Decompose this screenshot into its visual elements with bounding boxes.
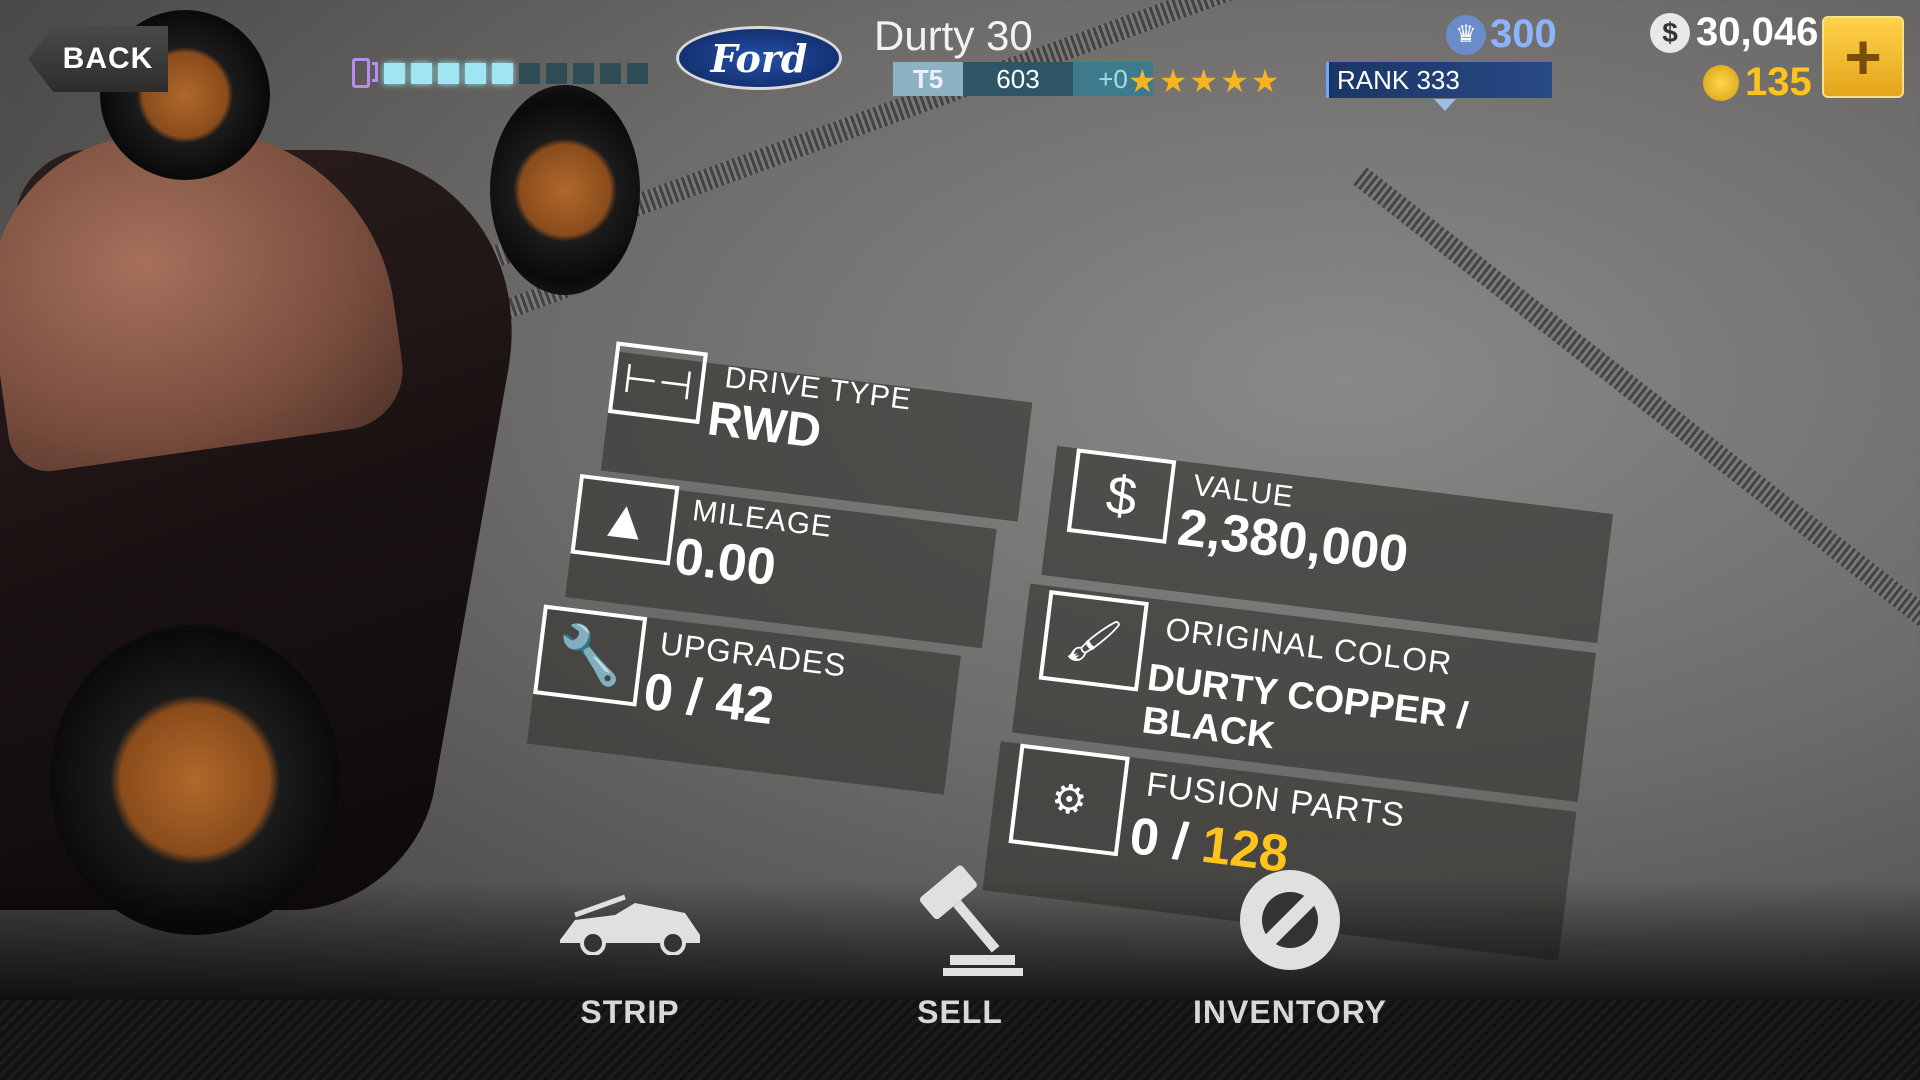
gold-value: 135 [1745, 60, 1812, 104]
back-label: BACK [62, 42, 154, 75]
fuel-gauge [350, 56, 648, 90]
crown-icon: ♛ [1446, 14, 1486, 55]
tier-badge: T5 [893, 62, 963, 96]
star-rating: ★★★★★ [1128, 63, 1282, 99]
fuel-pump-icon [350, 56, 378, 90]
fuel-segment [411, 62, 432, 84]
gavel-icon [895, 860, 1025, 980]
fuel-segment [519, 62, 540, 84]
fuel-segment [573, 62, 594, 84]
fuel-segment [546, 62, 567, 84]
gold-counter: 135 [1703, 60, 1812, 105]
chevron-down-icon[interactable] [1434, 99, 1456, 111]
fuel-segment [492, 62, 513, 84]
car-name: Durty 30 [874, 12, 1033, 59]
fuel-segments [384, 62, 648, 84]
fuel-segment [465, 62, 486, 84]
brand-logo: Ford [676, 26, 842, 90]
road-icon: ▲ [570, 473, 680, 566]
inventory-button[interactable]: INVENTORY [1160, 860, 1420, 1031]
fuel-segment [384, 62, 405, 84]
add-currency-button[interactable]: + [1822, 16, 1904, 98]
crown-counter: ♛ 300 [1446, 12, 1557, 57]
cash-counter: $ 30,046 [1650, 10, 1818, 55]
car-hood-icon [555, 860, 705, 980]
crown-value: 300 [1490, 12, 1557, 56]
rank-label: RANK 333 [1337, 64, 1460, 95]
sell-button[interactable]: SELL [830, 860, 1090, 1031]
drivetrain-icon: ⊢⊣ [607, 341, 708, 425]
back-button[interactable]: BACK [28, 26, 168, 92]
dollar-icon: $ [1650, 12, 1690, 53]
fusion-car-icon: ⚙ [1008, 743, 1130, 857]
car-wheel [490, 85, 640, 295]
dollar-sign-icon: $ [1066, 448, 1177, 544]
wrench-icon: 🔧 [533, 604, 648, 707]
fuel-segment [600, 62, 621, 84]
pp-value: 603 [963, 62, 1073, 96]
performance-bar: T5 603 +0 [893, 62, 1153, 96]
strip-button[interactable]: STRIP [500, 860, 760, 1031]
fuel-segment [438, 62, 459, 84]
wrench-circle-icon [1235, 860, 1345, 980]
gold-coin-icon [1703, 64, 1739, 101]
spray-gun-icon: 🖌 [1038, 590, 1149, 692]
fuel-segment [627, 62, 648, 84]
rank-dropdown[interactable]: RANK 333 [1326, 62, 1552, 98]
cash-value: 30,046 [1696, 10, 1819, 54]
